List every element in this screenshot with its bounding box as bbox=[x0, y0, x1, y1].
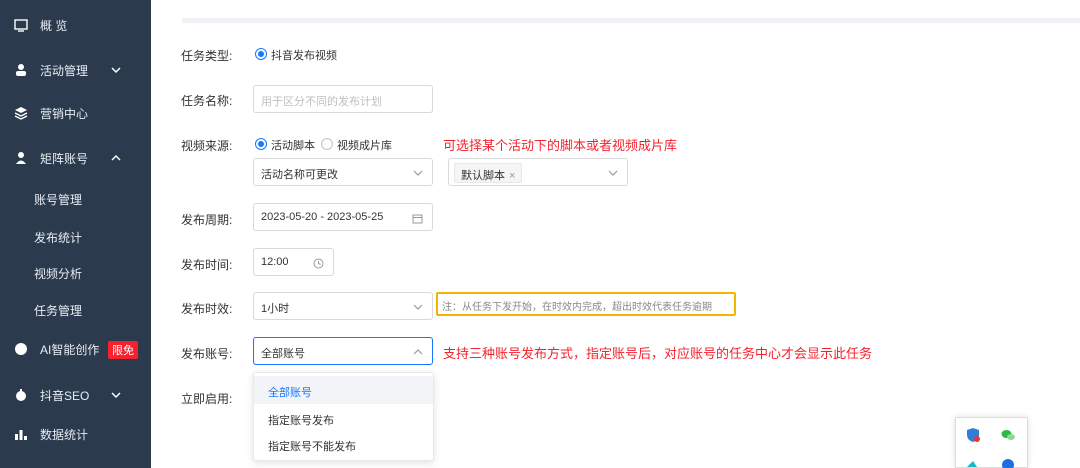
task-name-placeholder: 用于区分不同的发布计划 bbox=[261, 96, 382, 108]
time-value: 12:00 bbox=[261, 256, 289, 268]
layers-icon bbox=[14, 107, 28, 120]
ai-icon bbox=[15, 343, 27, 355]
account-select[interactable]: 全部账号 bbox=[253, 337, 433, 365]
account-dropdown: 全部账号 指定账号发布 指定账号不能发布 bbox=[253, 372, 434, 461]
nav-matrix[interactable]: 矩阵账号 bbox=[0, 143, 151, 173]
activity-icon bbox=[16, 64, 26, 76]
nav-stats[interactable]: 数据统计 bbox=[0, 419, 151, 449]
task-name-input[interactable]: 用于区分不同的发布计划 bbox=[253, 85, 433, 113]
account-label: 发布账号: bbox=[181, 347, 233, 361]
validity-label: 发布时效: bbox=[181, 302, 233, 316]
validity-value: 1小时 bbox=[261, 303, 290, 315]
sub-item-task-management[interactable]: 任务管理 bbox=[34, 302, 82, 319]
nav-matrix-label: 矩阵账号 bbox=[40, 151, 89, 166]
account-note: 支持三种账号发布方式，指定账号后，对应账号的任务中心才会显示此任务 bbox=[443, 346, 873, 361]
sub-item-account-management[interactable]: 账号管理 bbox=[34, 191, 82, 208]
browser-icon[interactable] bbox=[1000, 456, 1016, 468]
nav-seo[interactable]: 抖音SEO bbox=[0, 380, 151, 410]
chevron-up-icon bbox=[413, 349, 423, 355]
script-select[interactable]: 默认脚本 × bbox=[448, 158, 628, 186]
source-script-label: 活动脚本 bbox=[271, 140, 315, 152]
source-radio-script[interactable] bbox=[255, 138, 267, 150]
source-library-label: 视频成片库 bbox=[337, 140, 392, 152]
period-date-range[interactable]: 2023-05-20 - 2023-05-25 bbox=[253, 203, 433, 231]
period-value: 2023-05-20 - 2023-05-25 bbox=[261, 211, 384, 223]
activity-select[interactable]: 活动名称可更改 bbox=[253, 158, 433, 186]
close-icon[interactable]: × bbox=[509, 170, 515, 182]
task-name-label: 任务名称: bbox=[181, 94, 233, 108]
source-radio-library[interactable] bbox=[321, 138, 333, 150]
calendar-icon bbox=[412, 214, 423, 224]
validity-note-box: 注：从任务下发开始，在时效内完成，超出时效代表任务逾期 bbox=[436, 292, 736, 316]
nav-seo-label: 抖音SEO bbox=[40, 388, 90, 403]
nav-overview-label: 概 览 bbox=[40, 18, 68, 33]
clock-icon bbox=[313, 258, 324, 269]
time-label: 发布时间: bbox=[181, 258, 233, 272]
bar-chart-icon bbox=[15, 430, 27, 440]
option-all-accounts[interactable]: 全部账号 bbox=[254, 376, 433, 404]
nav-activity[interactable]: 活动管理 bbox=[0, 55, 151, 85]
task-type-option-label: 抖音发布视频 bbox=[271, 50, 337, 62]
chevron-up-icon bbox=[111, 154, 121, 161]
source-note: 可选择某个活动下的脚本或者视频成片库 bbox=[443, 138, 678, 153]
nav-marketing-label: 营销中心 bbox=[40, 106, 89, 121]
script-tag[interactable]: 默认脚本 × bbox=[454, 163, 523, 183]
time-picker[interactable]: 12:00 bbox=[253, 248, 334, 276]
option-specified-publish[interactable]: 指定账号发布 bbox=[254, 404, 433, 432]
arrow-app-icon[interactable] bbox=[965, 456, 981, 468]
wechat-icon[interactable] bbox=[1000, 427, 1016, 443]
activity-select-value: 活动名称可更改 bbox=[261, 169, 338, 181]
chevron-down-icon bbox=[608, 170, 618, 176]
top-divider bbox=[182, 18, 1080, 23]
validity-note: 注：从任务下发开始，在时效内完成，超出时效代表任务逾期 bbox=[442, 302, 712, 313]
account-value: 全部账号 bbox=[261, 348, 305, 360]
system-tray-popup bbox=[955, 417, 1028, 468]
nav-activity-label: 活动管理 bbox=[40, 63, 89, 78]
script-tag-label: 默认脚本 bbox=[461, 170, 505, 182]
chevron-down-icon bbox=[111, 67, 121, 74]
task-type-radio[interactable] bbox=[255, 48, 267, 60]
chevron-down-icon bbox=[413, 170, 423, 176]
security-shield-icon[interactable] bbox=[965, 427, 981, 443]
sidebar: 概 览 活动管理 营销中心 矩阵账号 账号管理 发布统计 视频分析 任务管理 A… bbox=[0, 0, 151, 468]
nav-overview[interactable]: 概 览 bbox=[0, 10, 151, 40]
nav-stats-label: 数据统计 bbox=[40, 427, 89, 442]
nav-ai-creation[interactable]: AI智能创作 限免 bbox=[0, 334, 151, 364]
sub-item-video-analysis[interactable]: 视频分析 bbox=[34, 265, 82, 282]
validity-select[interactable]: 1小时 bbox=[253, 292, 433, 320]
monitor-icon bbox=[14, 19, 28, 32]
nav-marketing[interactable]: 营销中心 bbox=[0, 98, 151, 128]
option-specified-exclude[interactable]: 指定账号不能发布 bbox=[254, 430, 433, 458]
user-icon bbox=[16, 152, 26, 164]
video-source-label: 视频来源: bbox=[181, 139, 233, 153]
chevron-down-icon bbox=[111, 392, 121, 399]
free-badge: 限免 bbox=[108, 341, 138, 359]
chevron-down-icon bbox=[413, 304, 423, 310]
nav-ai-label: AI智能创作 bbox=[40, 342, 100, 357]
task-type-label: 任务类型: bbox=[181, 49, 233, 63]
sub-item-publish-stats[interactable]: 发布统计 bbox=[34, 229, 82, 246]
enable-label: 立即启用: bbox=[181, 392, 233, 406]
period-label: 发布周期: bbox=[181, 213, 233, 227]
douyin-icon bbox=[16, 389, 26, 401]
